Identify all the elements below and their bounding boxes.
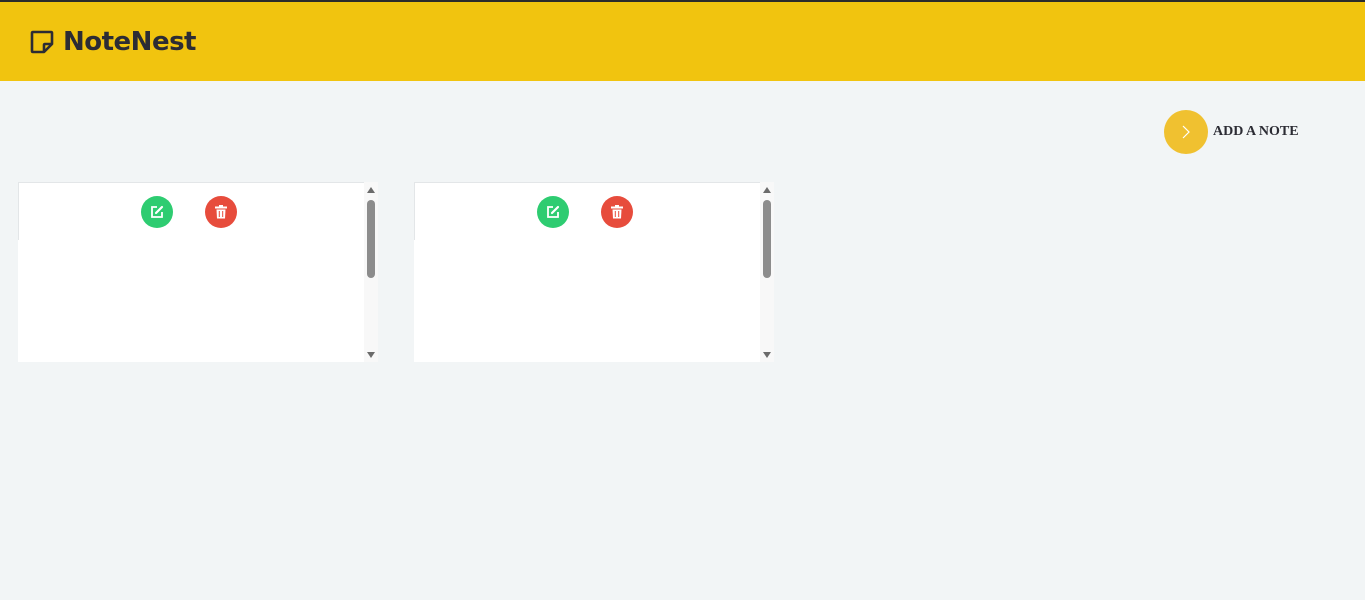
scroll-thumb[interactable] bbox=[763, 200, 771, 278]
edit-note-button[interactable] bbox=[537, 196, 569, 228]
app-title: NoteNest bbox=[63, 26, 196, 57]
chevron-right-icon bbox=[1182, 125, 1190, 139]
note-scrollbar[interactable] bbox=[760, 182, 774, 362]
add-note-circle[interactable] bbox=[1164, 110, 1208, 154]
edit-icon bbox=[151, 205, 164, 218]
scroll-up-icon[interactable] bbox=[367, 187, 375, 193]
edit-icon bbox=[547, 205, 560, 218]
trash-icon bbox=[611, 205, 623, 219]
add-note-label[interactable]: ADD A NOTE bbox=[1213, 124, 1299, 140]
app-header: NoteNest bbox=[0, 2, 1365, 81]
scroll-thumb[interactable] bbox=[367, 200, 375, 278]
edit-note-button[interactable] bbox=[141, 196, 173, 228]
note-scrollbar[interactable] bbox=[364, 182, 378, 362]
scroll-down-icon[interactable] bbox=[763, 352, 771, 358]
delete-note-button[interactable] bbox=[601, 196, 633, 228]
scroll-up-icon[interactable] bbox=[763, 187, 771, 193]
note-text[interactable] bbox=[18, 240, 364, 362]
trash-icon bbox=[215, 205, 227, 219]
brand[interactable]: NoteNest bbox=[29, 27, 196, 57]
delete-note-button[interactable] bbox=[205, 196, 237, 228]
note-toolbar bbox=[414, 182, 760, 240]
note-text[interactable] bbox=[414, 240, 760, 362]
note-card bbox=[18, 182, 378, 362]
scroll-down-icon[interactable] bbox=[367, 352, 375, 358]
add-note-button[interactable]: ADD A NOTE bbox=[1164, 110, 1299, 154]
note-card bbox=[414, 182, 774, 362]
note-toolbar bbox=[18, 182, 364, 240]
sticky-note-icon bbox=[30, 30, 54, 53]
